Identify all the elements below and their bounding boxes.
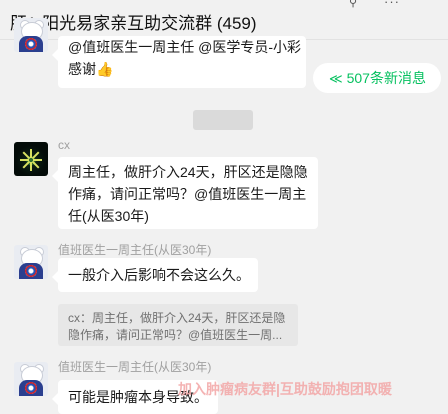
chat-area[interactable]: @值班医生一周主任 @医学专员-小彩 感谢👍 ≪ 507条新消息 cx 周主任，做… <box>0 18 448 414</box>
message-line: @值班医生一周主任 @医学专员-小彩 <box>68 39 301 55</box>
sender-name: 值班医生一周主任(从医30年) <box>58 243 212 257</box>
watermark: 加入肿瘤病友群|互助鼓励抱团取暖 <box>178 381 392 397</box>
message-bubble[interactable]: 一般介入后影响不会这么久。 <box>52 258 258 292</box>
message-line: 感谢 <box>68 61 96 77</box>
avatar[interactable] <box>14 245 48 279</box>
double-chevron-up-icon: ≪ <box>329 71 343 86</box>
message-bubble[interactable]: 周主任，做肝介入24天，肝区还是隐隐 作痛，请问正常吗？@值班医生一周主 任(从… <box>52 157 318 229</box>
avatar[interactable] <box>14 18 48 52</box>
quote-line: cx：周主任，做肝介入24天，肝区还是隐 <box>68 311 286 325</box>
message-line: 周主任，做肝介入24天，肝区还是隐隐 <box>68 164 308 180</box>
time-divider <box>193 110 253 130</box>
thumbs-up-emoji: 👍 <box>96 61 114 77</box>
more-icon[interactable]: ··· <box>384 0 400 9</box>
sender-name: 值班医生一周主任(从医30年) <box>58 360 212 374</box>
quote-line: 隐作痛，请问正常吗？@值班医生一周... <box>68 328 283 342</box>
title-bar: 肝1-阳光易家亲互助交流群 (459) ⚲ ··· <box>0 0 448 40</box>
sender-name: cx <box>58 138 70 152</box>
message-line: 一般介入后影响不会这么久。 <box>68 267 250 283</box>
message-bubble[interactable]: @值班医生一周主任 @医学专员-小彩 感谢👍 <box>52 36 306 88</box>
message-line: 任(从医30年) <box>68 208 149 224</box>
avatar[interactable] <box>14 142 48 176</box>
quoted-message[interactable]: cx：周主任，做肝介入24天，肝区还是隐 隐作痛，请问正常吗？@值班医生一周..… <box>58 304 298 346</box>
new-messages-label: 507条新消息 <box>346 70 426 86</box>
avatar[interactable] <box>14 362 48 396</box>
pin-icon[interactable]: ⚲ <box>346 0 360 9</box>
message-line: 作痛，请问正常吗？@值班医生一周主 <box>68 186 307 202</box>
new-messages-button[interactable]: ≪ 507条新消息 <box>313 63 441 93</box>
